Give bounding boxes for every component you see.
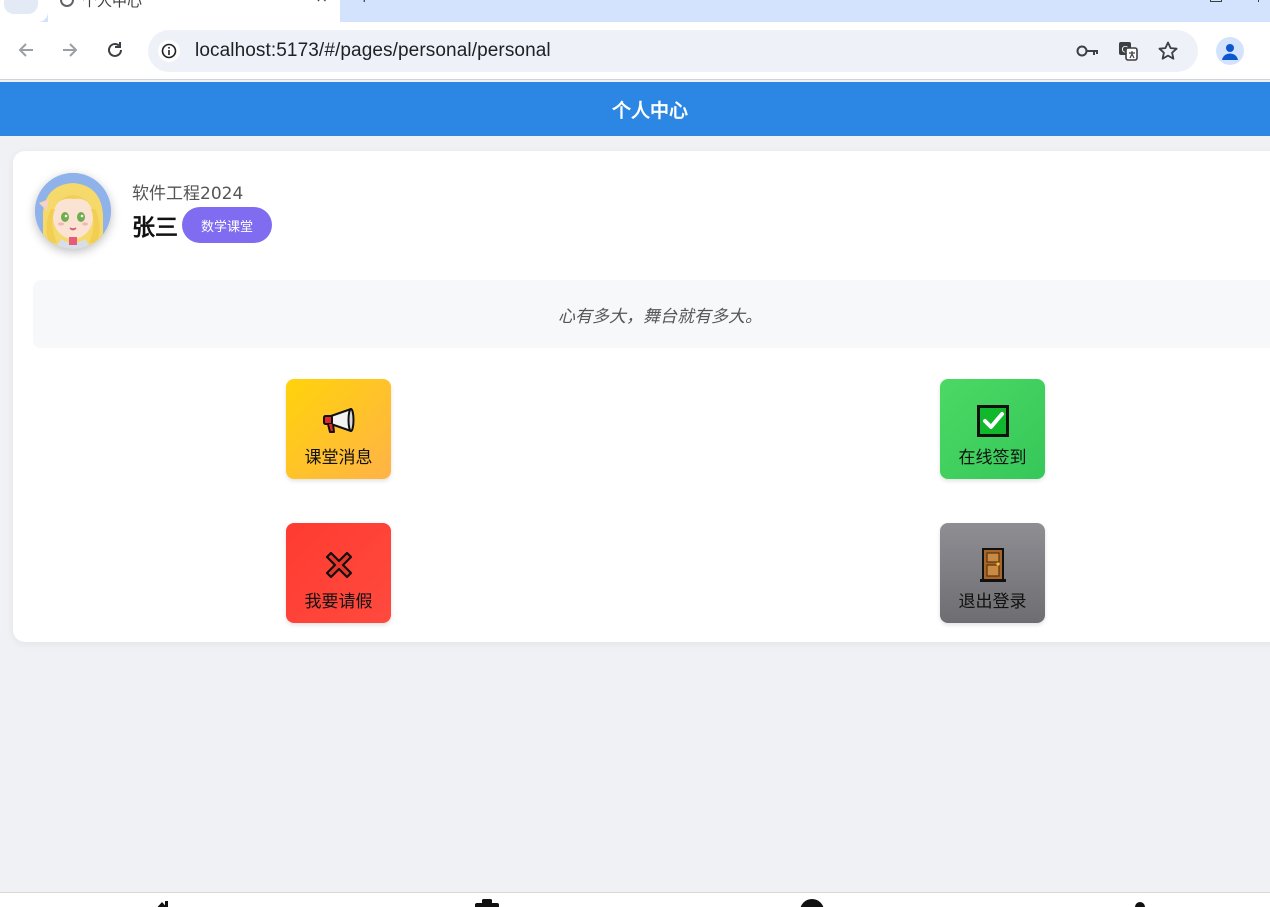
class-message-button[interactable]: 课堂消息 xyxy=(286,379,391,479)
new-tab-button[interactable]: + xyxy=(358,0,371,6)
reload-icon xyxy=(108,42,122,57)
window-close-icon[interactable] xyxy=(1258,0,1270,2)
cross-mark-icon xyxy=(286,547,391,583)
bookmark-star-icon[interactable] xyxy=(1156,40,1180,62)
back-button[interactable] xyxy=(13,36,39,64)
megaphone-icon xyxy=(286,403,391,439)
online-checkin-label: 在线签到 xyxy=(958,448,1027,468)
user-name: 张三 xyxy=(132,215,178,241)
anime-avatar-image xyxy=(35,173,111,249)
course-badge: 数学课堂 xyxy=(182,207,272,243)
class-message-label: 课堂消息 xyxy=(304,448,373,468)
motto-text: 心有多大，舞台就有多大。 xyxy=(558,306,762,327)
user-circle-icon[interactable] xyxy=(799,899,825,907)
address-bar[interactable]: localhost:5173/#/pages/personal/personal… xyxy=(148,30,1198,72)
logout-label: 退出登录 xyxy=(958,592,1027,612)
password-key-icon[interactable] xyxy=(1076,40,1100,62)
door-icon xyxy=(940,547,1045,583)
profile-avatar-button[interactable] xyxy=(1216,37,1244,65)
person-silhouette-icon[interactable] xyxy=(1130,899,1150,907)
person-icon xyxy=(1222,44,1238,60)
translate-icon[interactable]: G xyxy=(1116,40,1140,62)
leave-request-button[interactable]: 我要请假 xyxy=(286,523,391,623)
logout-button[interactable]: 退出登录 xyxy=(940,523,1045,623)
arrow-right-icon xyxy=(63,43,78,57)
tab-search-button[interactable] xyxy=(4,0,38,14)
app-header: 个人中心 xyxy=(0,82,1270,136)
avatar[interactable] xyxy=(35,173,111,249)
url-text[interactable]: localhost:5173/#/pages/personal/personal xyxy=(195,40,551,62)
site-info-icon[interactable] xyxy=(158,40,180,62)
reload-button[interactable] xyxy=(102,36,128,64)
motto-box: 心有多大，舞台就有多大。 xyxy=(33,280,1270,348)
arrow-left-icon xyxy=(18,43,33,57)
bottom-tab-bar xyxy=(0,892,1270,907)
browser-tab-title: 个人中心 xyxy=(82,0,143,10)
profile-card: 软件工程2024 张三 数学课堂 心有多大，舞台就有多大。 课堂消息 在线签到 xyxy=(13,151,1270,642)
tab-close-icon[interactable]: × xyxy=(315,0,328,6)
browser-tab-active[interactable]: 个人中心 × xyxy=(48,0,340,22)
browser-tab-strip: 个人中心 × + xyxy=(0,0,1270,22)
window-restore-icon[interactable] xyxy=(1210,0,1222,2)
check-box-icon xyxy=(940,403,1045,439)
online-checkin-button[interactable]: 在线签到 xyxy=(940,379,1045,479)
browser-toolbar: localhost:5173/#/pages/personal/personal… xyxy=(0,22,1270,80)
home-icon[interactable] xyxy=(150,899,174,907)
page-title: 个人中心 xyxy=(611,99,688,122)
leave-request-label: 我要请假 xyxy=(304,592,373,612)
tab-strip-left xyxy=(0,0,48,22)
forward-button[interactable] xyxy=(57,36,83,64)
briefcase-icon[interactable] xyxy=(474,899,500,907)
class-name: 软件工程2024 xyxy=(132,184,244,204)
globe-icon xyxy=(60,0,74,7)
